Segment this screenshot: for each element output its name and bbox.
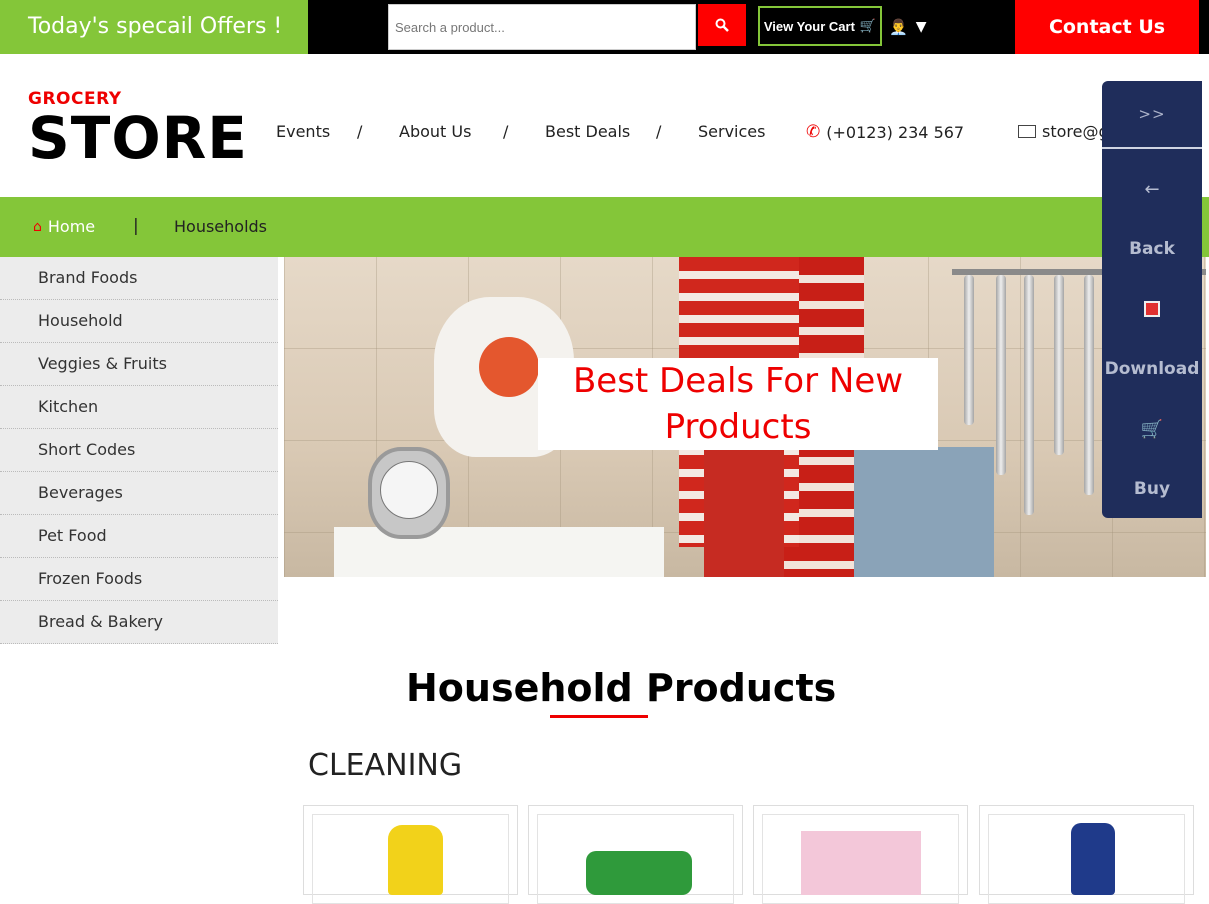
nav-about-us[interactable]: About Us: [399, 122, 471, 141]
email-address[interactable]: store@g: [1042, 122, 1109, 141]
utensil: [1024, 275, 1034, 515]
search-input[interactable]: [388, 4, 696, 50]
utensil: [964, 275, 974, 425]
home-icon: ⌂: [33, 218, 42, 235]
top-bar: Today's specail Offers ! View Your Cart …: [0, 0, 1209, 54]
breadcrumb-home-label: Home: [47, 217, 96, 236]
banner-caption-line1: Best Deals For New: [572, 361, 904, 401]
user-icon: 👨‍💼: [889, 18, 908, 36]
utensil: [996, 275, 1006, 475]
section-title: Household Products: [406, 666, 837, 710]
category-sidebar: Brand Foods Household Veggies & Fruits K…: [0, 257, 278, 644]
sidebar-item-short-codes[interactable]: Short Codes: [0, 429, 278, 472]
product-card[interactable]: [753, 805, 968, 904]
search-button[interactable]: [698, 4, 746, 46]
phone-icon: ✆: [806, 122, 821, 142]
utensil: [1084, 275, 1094, 495]
download-button[interactable]: Download: [1102, 359, 1202, 379]
product-card[interactable]: [979, 805, 1194, 904]
category-title: CLEANING: [308, 748, 463, 783]
wall-socket: [334, 527, 664, 577]
phone-number: (+0123) 234 567: [826, 122, 965, 142]
toilet-cleaner-image: [1071, 823, 1115, 895]
panel-toggle-button[interactable]: >>: [1102, 81, 1202, 149]
breadcrumb: ⌂ Home | Households: [0, 197, 1209, 257]
title-underline: [550, 715, 648, 718]
detergent-bottle-image: [388, 825, 443, 895]
caret-down-icon: ▼: [915, 19, 927, 35]
logo-store[interactable]: STORE: [28, 104, 248, 172]
product-image-frame: [762, 814, 959, 904]
banner-caption: Best Deals For New Products: [538, 358, 938, 450]
sidebar-item-bread-bakery[interactable]: Bread & Bakery: [0, 601, 278, 644]
product-image-frame: [312, 814, 509, 904]
sidebar-item-beverages[interactable]: Beverages: [0, 472, 278, 515]
nav-services[interactable]: Services: [698, 122, 765, 141]
buy-button[interactable]: Buy: [1102, 479, 1202, 499]
envelope-icon: [1018, 125, 1036, 138]
utensil: [1054, 275, 1064, 455]
sidebar-item-household[interactable]: Household: [0, 300, 278, 343]
dishwash-bar-image: [586, 851, 692, 895]
breadcrumb-current: Households: [174, 217, 268, 236]
nav-separator: /: [357, 122, 363, 141]
view-cart-button[interactable]: View Your Cart 🛒: [758, 6, 882, 46]
nav-events[interactable]: Events: [276, 122, 330, 141]
product-image-frame: [988, 814, 1185, 904]
nav-best-deals[interactable]: Best Deals: [545, 122, 630, 141]
banner-caption-line2: Products: [664, 407, 812, 447]
jug-flower: [479, 337, 539, 397]
email-contact[interactable]: store@g: [1018, 122, 1109, 141]
sidebar-item-brand-foods[interactable]: Brand Foods: [0, 257, 278, 300]
hen-tile: [854, 447, 994, 577]
cart-label: View Your Cart: [763, 18, 855, 34]
offers-banner[interactable]: Today's specail Offers !: [0, 0, 308, 54]
sidebar-item-veggies-fruits[interactable]: Veggies & Fruits: [0, 343, 278, 386]
floating-action-panel: >> ← Back Download 🛒 Buy: [1102, 81, 1202, 518]
clock-face: [380, 461, 438, 519]
nav-separator: /: [503, 122, 509, 141]
back-button[interactable]: Back: [1102, 239, 1202, 259]
air-freshener-image: [801, 831, 921, 895]
product-card[interactable]: [303, 805, 518, 904]
product-image-frame: [537, 814, 734, 904]
user-menu[interactable]: 👨‍💼 ▼: [889, 14, 926, 40]
site-header: GROCERY STORE Events / About Us / Best D…: [0, 54, 1209, 197]
product-card[interactable]: [528, 805, 743, 904]
sidebar-item-pet-food[interactable]: Pet Food: [0, 515, 278, 558]
breadcrumb-separator: |: [133, 216, 139, 236]
sidebar-item-frozen-foods[interactable]: Frozen Foods: [0, 558, 278, 601]
back-arrow-icon[interactable]: ←: [1102, 179, 1202, 200]
cart-icon: 🛒: [859, 18, 877, 33]
phone-contact: ✆ (+0123) 234 567: [806, 122, 964, 142]
sidebar-item-kitchen[interactable]: Kitchen: [0, 386, 278, 429]
breadcrumb-home[interactable]: ⌂ Home: [33, 217, 95, 236]
nav-separator: /: [656, 122, 662, 141]
cart-icon[interactable]: 🛒: [1102, 419, 1202, 440]
magnifier-icon: [715, 18, 729, 32]
floppy-disk-icon[interactable]: [1102, 301, 1202, 322]
contact-us-button[interactable]: Contact Us: [1015, 0, 1199, 54]
